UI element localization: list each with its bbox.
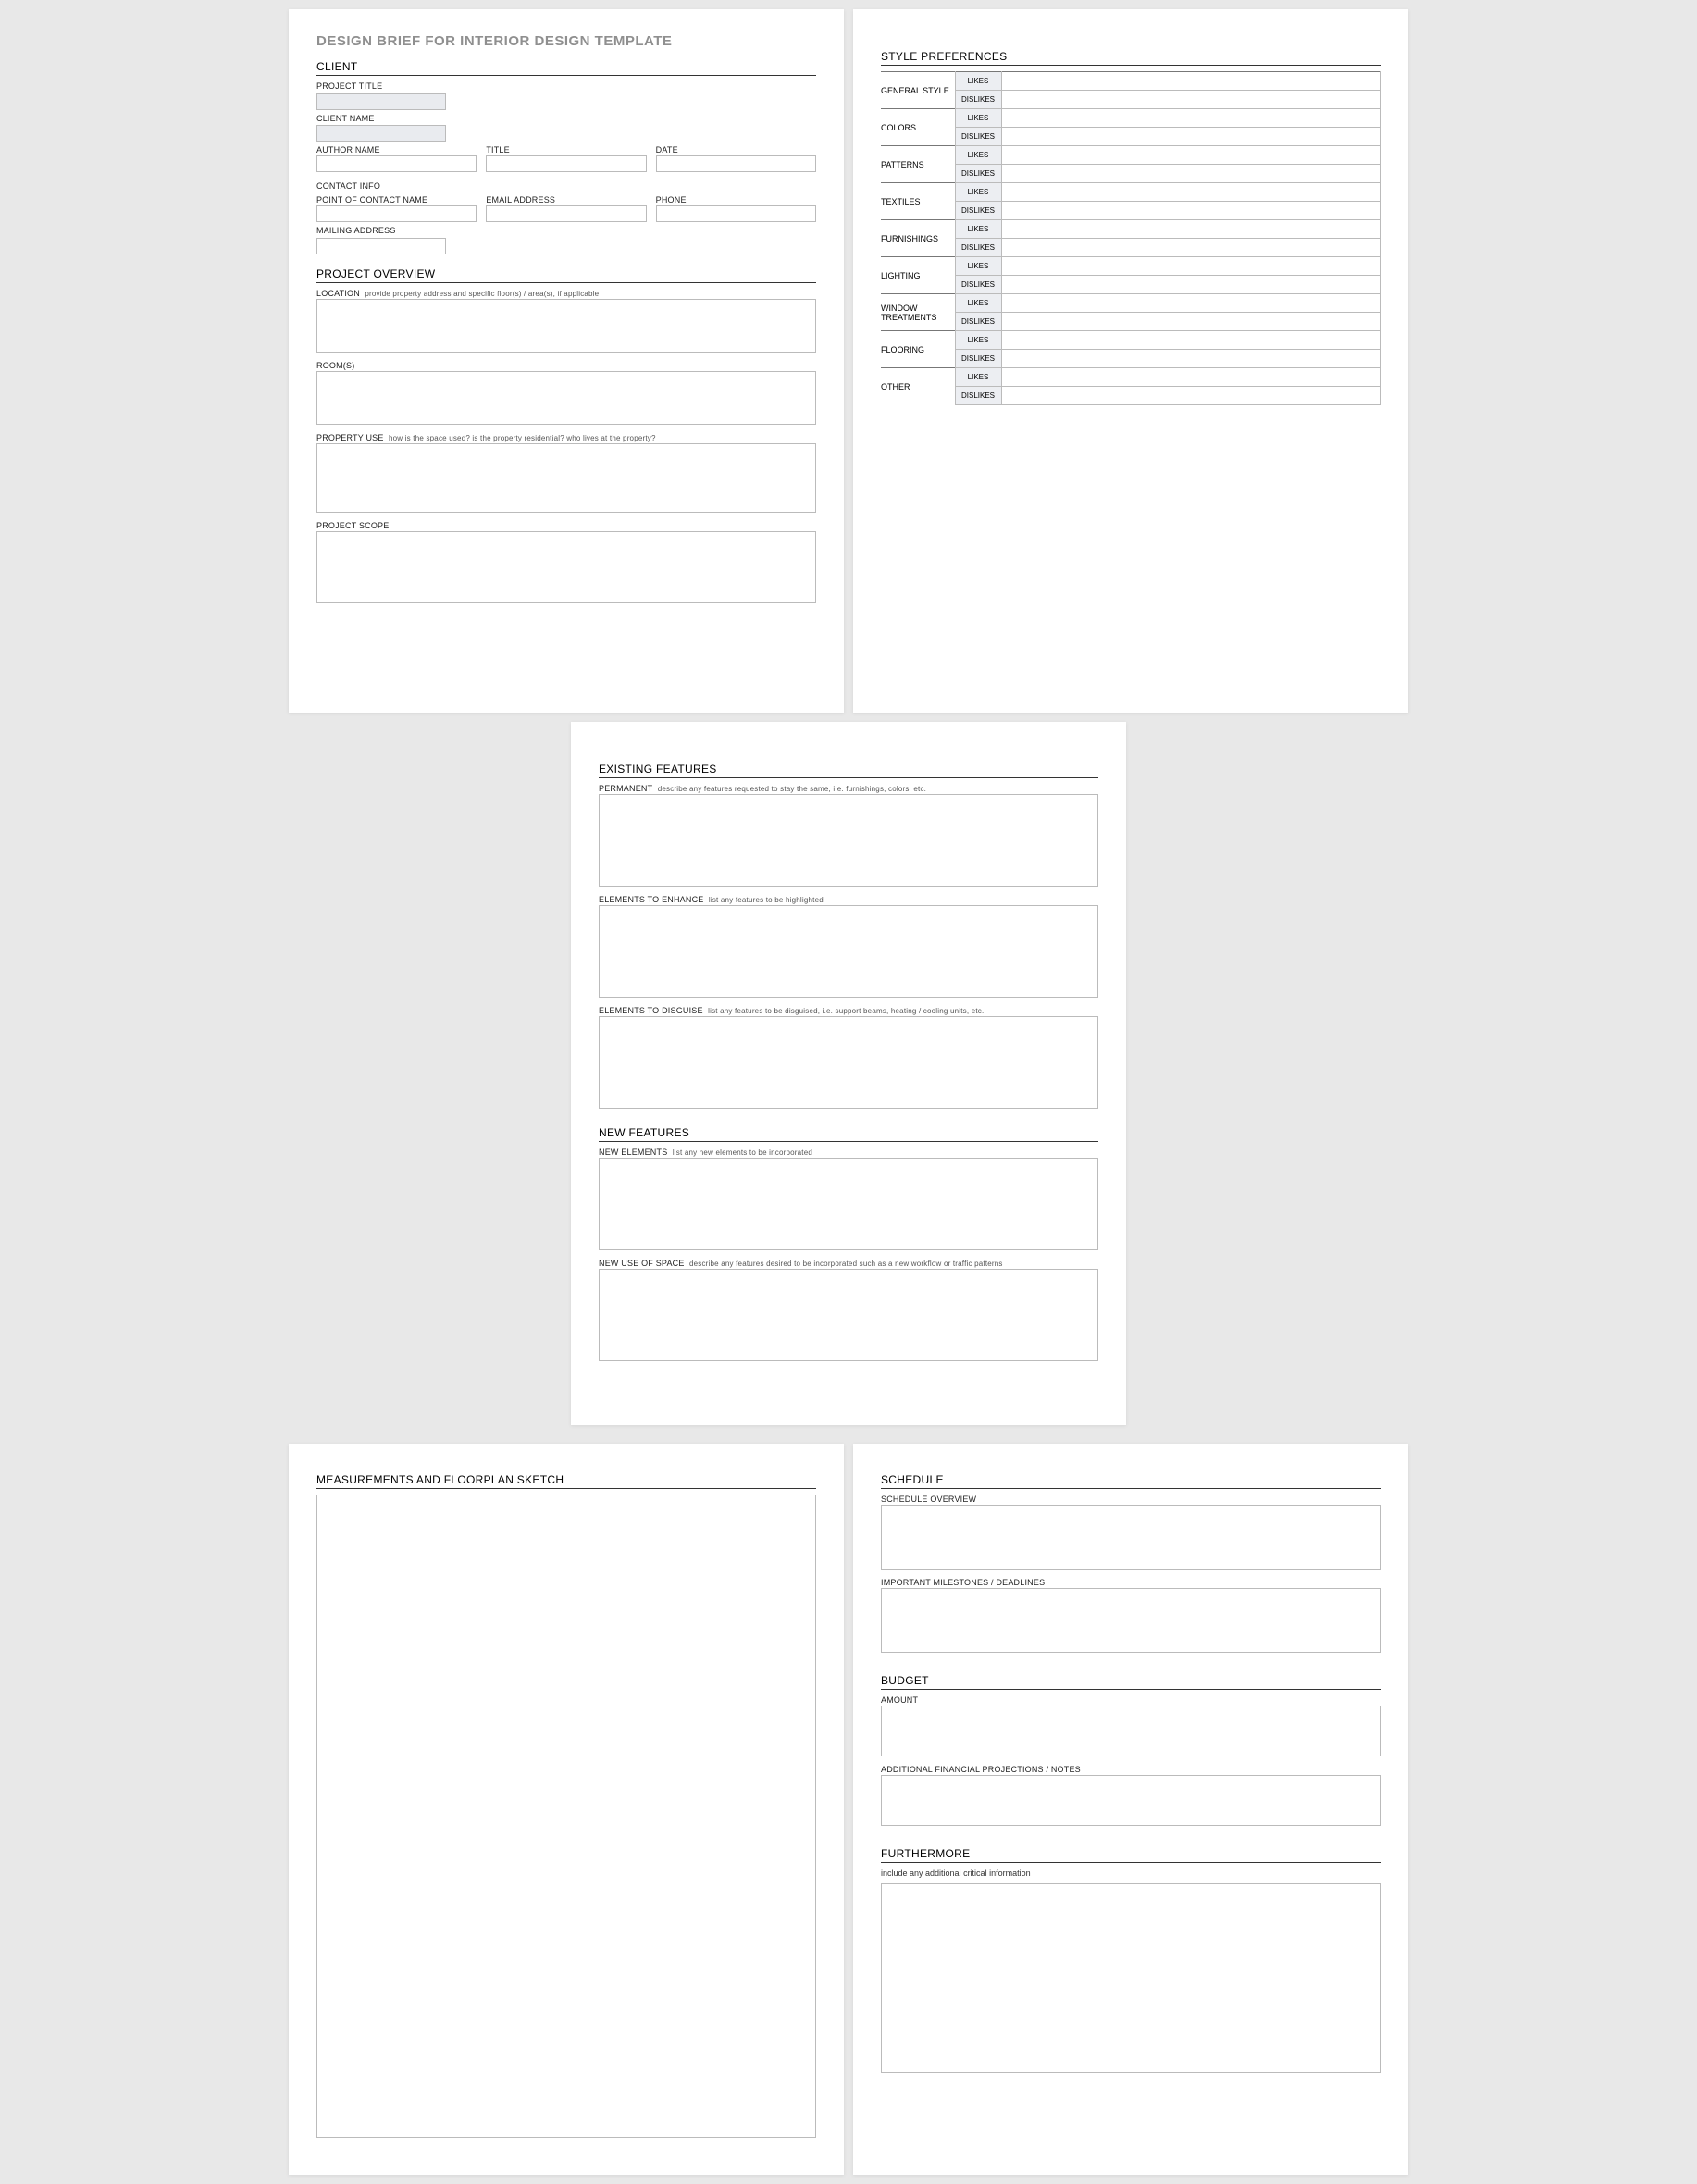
page-client: DESIGN BRIEF FOR INTERIOR DESIGN TEMPLAT… <box>289 9 844 713</box>
input-property-use[interactable] <box>316 443 816 513</box>
section-project-overview: PROJECT OVERVIEW <box>316 267 816 283</box>
input-furthermore[interactable] <box>881 1883 1381 2073</box>
document-title: DESIGN BRIEF FOR INTERIOR DESIGN TEMPLAT… <box>316 33 816 49</box>
label-title: TITLE <box>486 145 646 155</box>
label-permanent: PERMANENT describe any features requeste… <box>599 784 1098 793</box>
input-amount[interactable] <box>881 1706 1381 1756</box>
input-schedule-overview[interactable] <box>881 1505 1381 1570</box>
input-flooring-likes[interactable] <box>1001 331 1381 350</box>
input-rooms[interactable] <box>316 371 816 425</box>
section-client: CLIENT <box>316 60 816 76</box>
input-client-name[interactable] <box>316 125 446 142</box>
label-schedule-overview: SCHEDULE OVERVIEW <box>881 1495 1381 1504</box>
label-new-elements: NEW ELEMENTS list any new elements to be… <box>599 1148 1098 1157</box>
input-project-scope[interactable] <box>316 531 816 603</box>
input-new-elements[interactable] <box>599 1158 1098 1250</box>
input-email[interactable] <box>486 205 646 222</box>
input-disguise[interactable] <box>599 1016 1098 1109</box>
input-title[interactable] <box>486 155 646 172</box>
input-patterns-likes[interactable] <box>1001 146 1381 165</box>
section-new-features: NEW FEATURES <box>599 1126 1098 1142</box>
input-flooring-dislikes[interactable] <box>1001 350 1381 368</box>
page-features: EXISTING FEATURES PERMANENT describe any… <box>571 722 1126 1425</box>
label-mailing-address: MAILING ADDRESS <box>316 226 816 235</box>
sketch-area[interactable] <box>316 1495 816 2138</box>
label-new-use: NEW USE OF SPACE describe any features d… <box>599 1259 1098 1268</box>
input-textiles-dislikes[interactable] <box>1001 202 1381 220</box>
section-sketch: MEASUREMENTS AND FLOORPLAN SKETCH <box>316 1473 816 1489</box>
label-likes: LIKES <box>955 72 1001 91</box>
page-style-preferences: STYLE PREFERENCES GENERAL STYLE LIKES DI… <box>853 9 1408 713</box>
cat-furnishings: FURNISHINGS <box>881 220 955 257</box>
input-poc-name[interactable] <box>316 205 477 222</box>
input-author-name[interactable] <box>316 155 477 172</box>
label-dislikes: DISLIKES <box>955 91 1001 109</box>
cat-lighting: LIGHTING <box>881 257 955 294</box>
input-general-likes[interactable] <box>1001 72 1381 91</box>
cat-colors: COLORS <box>881 109 955 146</box>
input-phone[interactable] <box>656 205 816 222</box>
label-add-fin: ADDITIONAL FINANCIAL PROJECTIONS / NOTES <box>881 1765 1381 1774</box>
section-style-preferences: STYLE PREFERENCES <box>881 50 1381 66</box>
label-phone: PHONE <box>656 195 816 205</box>
input-other-dislikes[interactable] <box>1001 387 1381 405</box>
label-further-hint: include any additional critical informat… <box>881 1868 1381 1878</box>
input-permanent[interactable] <box>599 794 1098 887</box>
input-other-likes[interactable] <box>1001 368 1381 387</box>
input-add-fin[interactable] <box>881 1775 1381 1826</box>
section-existing-features: EXISTING FEATURES <box>599 763 1098 778</box>
input-new-use[interactable] <box>599 1269 1098 1361</box>
label-author-name: AUTHOR NAME <box>316 145 477 155</box>
page-schedule-budget: SCHEDULE SCHEDULE OVERVIEW IMPORTANT MIL… <box>853 1444 1408 2175</box>
input-project-title[interactable] <box>316 93 446 110</box>
cat-flooring: FLOORING <box>881 331 955 368</box>
label-milestones: IMPORTANT MILESTONES / DEADLINES <box>881 1578 1381 1587</box>
section-schedule: SCHEDULE <box>881 1473 1381 1489</box>
label-project-scope: PROJECT SCOPE <box>316 521 816 530</box>
input-lighting-likes[interactable] <box>1001 257 1381 276</box>
label-project-title: PROJECT TITLE <box>316 81 816 91</box>
section-budget: BUDGET <box>881 1674 1381 1690</box>
label-client-name: CLIENT NAME <box>316 114 816 123</box>
cat-general: GENERAL STYLE <box>881 72 955 109</box>
label-property-use: PROPERTY USE how is the space used? is t… <box>316 433 816 442</box>
input-window-dislikes[interactable] <box>1001 313 1381 331</box>
input-colors-likes[interactable] <box>1001 109 1381 128</box>
label-disguise: ELEMENTS TO DISGUISE list any features t… <box>599 1006 1098 1015</box>
input-location[interactable] <box>316 299 816 353</box>
input-furnishings-likes[interactable] <box>1001 220 1381 239</box>
input-milestones[interactable] <box>881 1588 1381 1653</box>
input-general-dislikes[interactable] <box>1001 91 1381 109</box>
label-location: LOCATION provide property address and sp… <box>316 289 816 298</box>
label-amount: AMOUNT <box>881 1695 1381 1705</box>
label-enhance: ELEMENTS TO ENHANCE list any features to… <box>599 895 1098 904</box>
label-rooms: ROOM(S) <box>316 361 816 370</box>
input-mailing-address[interactable] <box>316 238 446 254</box>
input-furnishings-dislikes[interactable] <box>1001 239 1381 257</box>
cat-textiles: TEXTILES <box>881 183 955 220</box>
label-poc-name: POINT OF CONTACT NAME <box>316 195 477 205</box>
label-contact-info: CONTACT INFO <box>316 181 816 191</box>
input-colors-dislikes[interactable] <box>1001 128 1381 146</box>
style-pref-table: GENERAL STYLE LIKES DISLIKES COLORS LIKE… <box>881 71 1381 405</box>
cat-other: OTHER <box>881 368 955 405</box>
cat-window: WINDOW TREATMENTS <box>881 294 955 331</box>
input-textiles-likes[interactable] <box>1001 183 1381 202</box>
section-furthermore: FURTHERMORE <box>881 1847 1381 1863</box>
input-enhance[interactable] <box>599 905 1098 998</box>
page-sketch: MEASUREMENTS AND FLOORPLAN SKETCH <box>289 1444 844 2175</box>
input-patterns-dislikes[interactable] <box>1001 165 1381 183</box>
input-window-likes[interactable] <box>1001 294 1381 313</box>
input-lighting-dislikes[interactable] <box>1001 276 1381 294</box>
label-email: EMAIL ADDRESS <box>486 195 646 205</box>
input-date[interactable] <box>656 155 816 172</box>
label-date: DATE <box>656 145 816 155</box>
cat-patterns: PATTERNS <box>881 146 955 183</box>
